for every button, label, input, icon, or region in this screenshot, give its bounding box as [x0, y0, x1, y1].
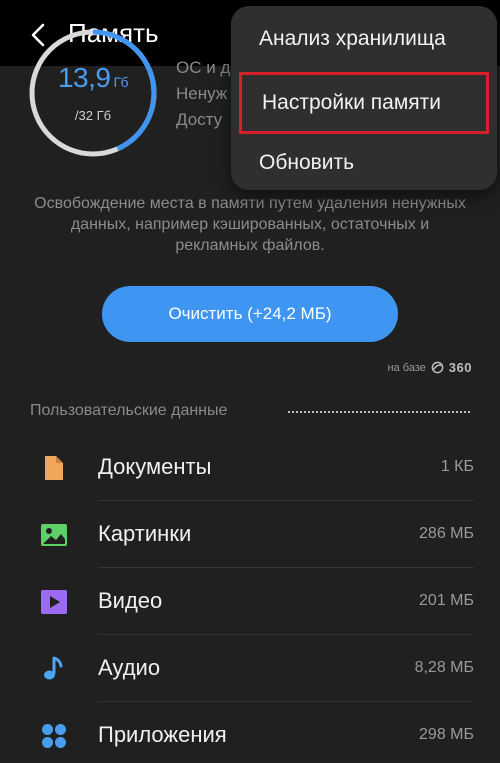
powered-by-prefix: на базе	[387, 361, 426, 374]
category-name: Картинки	[98, 521, 192, 546]
category-size: 1 КБ	[440, 458, 474, 475]
category-name: Аудио	[98, 655, 161, 680]
document-icon	[45, 456, 63, 480]
info-line-junk: Ненуж	[176, 84, 228, 103]
menu-item-storage-analysis[interactable]: Анализ хранилища	[231, 8, 497, 70]
category-name: Приложения	[98, 722, 227, 747]
video-icon	[41, 590, 67, 614]
category-name: Документы	[98, 454, 212, 479]
storage-used-number: 13,9	[57, 62, 111, 93]
category-name: Видео	[98, 588, 163, 613]
category-row-documents[interactable]: Документы 1 КБ	[0, 434, 500, 501]
powered-by-brand: 360	[448, 360, 472, 375]
category-row-apps[interactable]: Приложения 298 МБ	[0, 702, 500, 763]
menu-item-memory-settings[interactable]: Настройки памяти	[239, 72, 489, 134]
powered-by: на базе 360	[387, 360, 472, 375]
storage-total: /32 Гб	[74, 108, 112, 123]
audio-icon	[44, 656, 63, 680]
info-line-available: Досту	[176, 110, 223, 129]
image-icon	[41, 524, 67, 546]
category-size: 286 МБ	[419, 525, 474, 542]
category-row-images[interactable]: Картинки 286 МБ	[0, 501, 500, 568]
cleanup-description: Освобождение места в памяти путем удален…	[34, 195, 466, 254]
apps-icon	[42, 724, 66, 748]
category-size: 298 МБ	[419, 726, 474, 743]
storage-used-value: 13,9 Гб	[28, 62, 158, 94]
category-size: 8,28 МБ	[414, 659, 474, 676]
info-line-os: ОС и д	[176, 58, 231, 77]
overflow-menu: Анализ хранилища Настройки памяти Обнови…	[231, 6, 497, 190]
category-size: 201 МБ	[419, 592, 474, 609]
clean-button[interactable]: Очистить (+24,2 МБ)	[102, 286, 398, 342]
menu-item-refresh[interactable]: Обновить	[231, 132, 497, 194]
section-divider	[288, 411, 470, 413]
category-row-audio[interactable]: Аудио 8,28 МБ	[0, 635, 500, 702]
storage-used-unit: Гб	[113, 74, 129, 90]
category-row-video[interactable]: Видео 201 МБ	[0, 568, 500, 635]
brand-logo-icon	[431, 361, 444, 374]
section-title: Пользовательские данные	[30, 402, 228, 419]
